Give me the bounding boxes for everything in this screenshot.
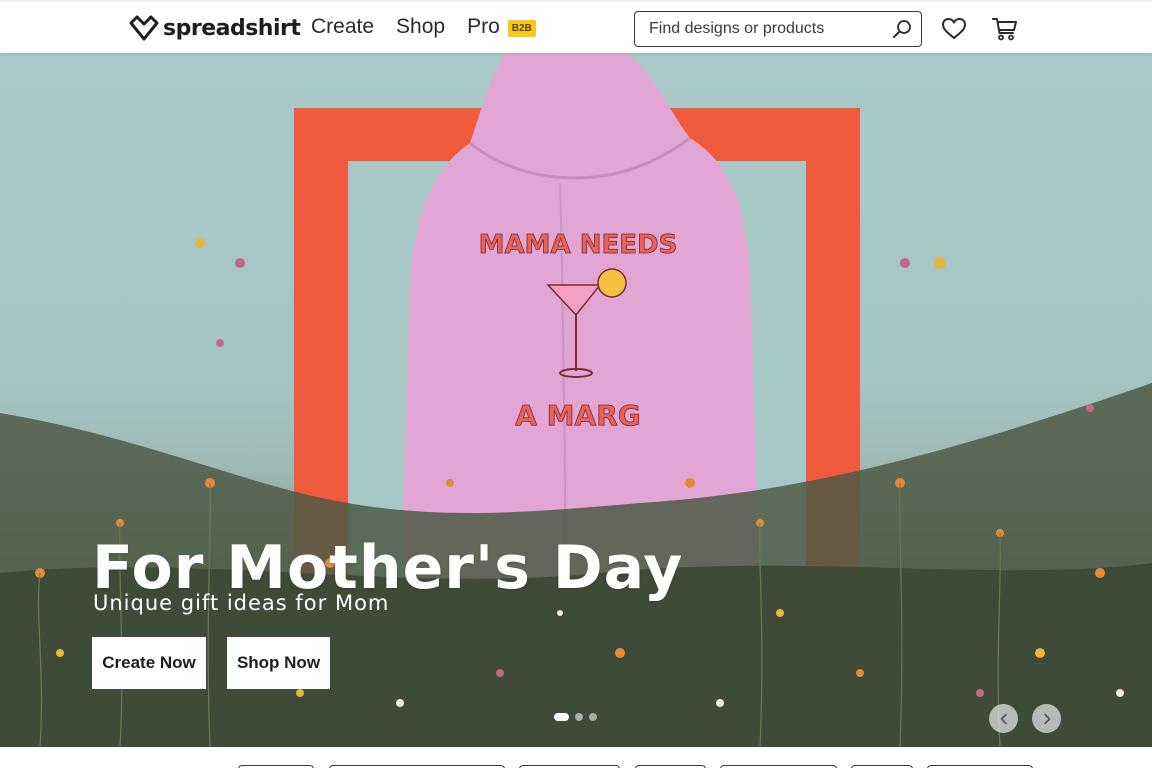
search-icon[interactable] <box>892 19 912 39</box>
shop-now-button[interactable]: Shop Now <box>227 637 330 689</box>
logo-diamond-icon <box>129 15 159 41</box>
search-input[interactable] <box>635 12 885 46</box>
cart-icon[interactable] <box>991 16 1019 42</box>
carousel-dot[interactable] <box>575 713 583 721</box>
create-now-button[interactable]: Create Now <box>92 637 206 689</box>
print-text-top: MAMA NEEDS <box>479 230 678 260</box>
main-nav: Create Shop Pro B2B <box>311 15 536 39</box>
carousel-prev-button[interactable] <box>989 704 1018 733</box>
hero-subtitle: Unique gift ideas for Mom <box>93 591 390 615</box>
carousel-next-button[interactable] <box>1032 704 1061 733</box>
hero-banner: MAMA NEEDS A MARG For Mother's Day Uniqu… <box>0 53 1152 747</box>
nav-create[interactable]: Create <box>311 15 374 39</box>
b2b-badge: B2B <box>507 19 536 37</box>
category-strip <box>0 747 1152 768</box>
nav-pro[interactable]: Pro <box>467 15 500 39</box>
carousel-dot[interactable] <box>589 713 597 721</box>
chevron-left-icon <box>1000 713 1007 724</box>
chevron-right-icon <box>1043 713 1050 724</box>
heart-icon[interactable] <box>941 16 967 42</box>
search-box <box>634 11 922 47</box>
brand-name: spreadshirt <box>163 15 301 41</box>
spreadshirt-logo[interactable]: spreadshirt <box>129 14 301 42</box>
print-text-bottom: A MARG <box>515 399 641 432</box>
nav-shop[interactable]: Shop <box>396 15 445 39</box>
carousel-dot[interactable] <box>554 713 569 721</box>
carousel-indicators <box>554 713 603 721</box>
site-header: spreadshirt Create Shop Pro B2B <box>0 0 1152 53</box>
